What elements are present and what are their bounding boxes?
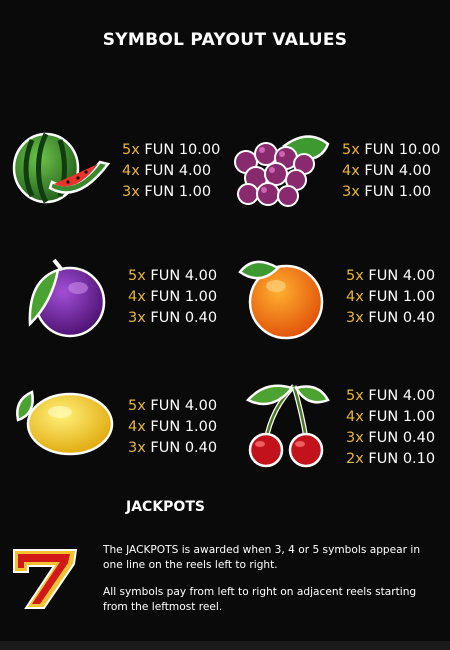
- payout-row: 3x FUN 1.00: [122, 184, 212, 200]
- payout-row: 4x FUN 1.00: [346, 289, 436, 305]
- grapes-payouts: 5x FUN 10.00 4x FUN 4.00 3x FUN 1.00: [342, 140, 440, 203]
- payout-row: 5x FUN 4.00: [346, 388, 436, 404]
- payout-row: 4x FUN 1.00: [128, 289, 218, 305]
- plum-payouts: 5x FUN 4.00 4x FUN 1.00 3x FUN 0.40: [128, 266, 217, 329]
- payout-row: 3x FUN 0.40: [128, 440, 218, 456]
- payout-row: 5x FUN 4.00: [128, 398, 218, 414]
- payout-row: 3x FUN 0.40: [346, 430, 436, 446]
- watermelon-payouts: 5x FUN 10.00 4x FUN 4.00 3x FUN 1.00: [122, 140, 220, 203]
- payout-row: 4x FUN 1.00: [128, 419, 218, 435]
- payout-row: 3x FUN 1.00: [342, 184, 432, 200]
- orange-icon: [234, 250, 334, 342]
- grapes-icon: [228, 124, 332, 212]
- cherries-icon: [242, 378, 332, 474]
- plum-icon: [18, 250, 112, 342]
- payout-row: 3x FUN 0.40: [128, 310, 218, 326]
- payout-row: 2x FUN 0.10: [346, 451, 436, 467]
- payout-row: 5x FUN 4.00: [346, 268, 436, 284]
- payout-row: 4x FUN 4.00: [122, 163, 212, 179]
- payout-row: 4x FUN 4.00: [342, 163, 432, 179]
- bottom-bar: [0, 641, 450, 650]
- jackpots-description: The JACKPOTS is awarded when 3, 4 or 5 s…: [103, 544, 421, 571]
- lemon-payouts: 5x FUN 4.00 4x FUN 1.00 3x FUN 0.40: [128, 396, 217, 459]
- page-title: SYMBOL PAYOUT VALUES: [102, 30, 348, 50]
- orange-payouts: 5x FUN 4.00 4x FUN 1.00 3x FUN 0.40: [346, 266, 435, 329]
- pay-rule-description: All symbols pay from left to right on ad…: [103, 586, 417, 613]
- payout-row: 5x FUN 4.00: [128, 268, 218, 284]
- payout-row: 3x FUN 0.40: [346, 310, 436, 326]
- payout-row: 5x FUN 10.00: [342, 142, 441, 158]
- seven-icon: [8, 544, 82, 618]
- lemon-icon: [12, 380, 120, 464]
- payout-row: 4x FUN 1.00: [346, 409, 436, 425]
- jackpots-title: JACKPOTS: [126, 499, 205, 515]
- watermelon-icon: [8, 124, 116, 216]
- payout-row: 5x FUN 10.00: [122, 142, 221, 158]
- cherries-payouts: 5x FUN 4.00 4x FUN 1.00 3x FUN 0.40 2x F…: [346, 386, 435, 470]
